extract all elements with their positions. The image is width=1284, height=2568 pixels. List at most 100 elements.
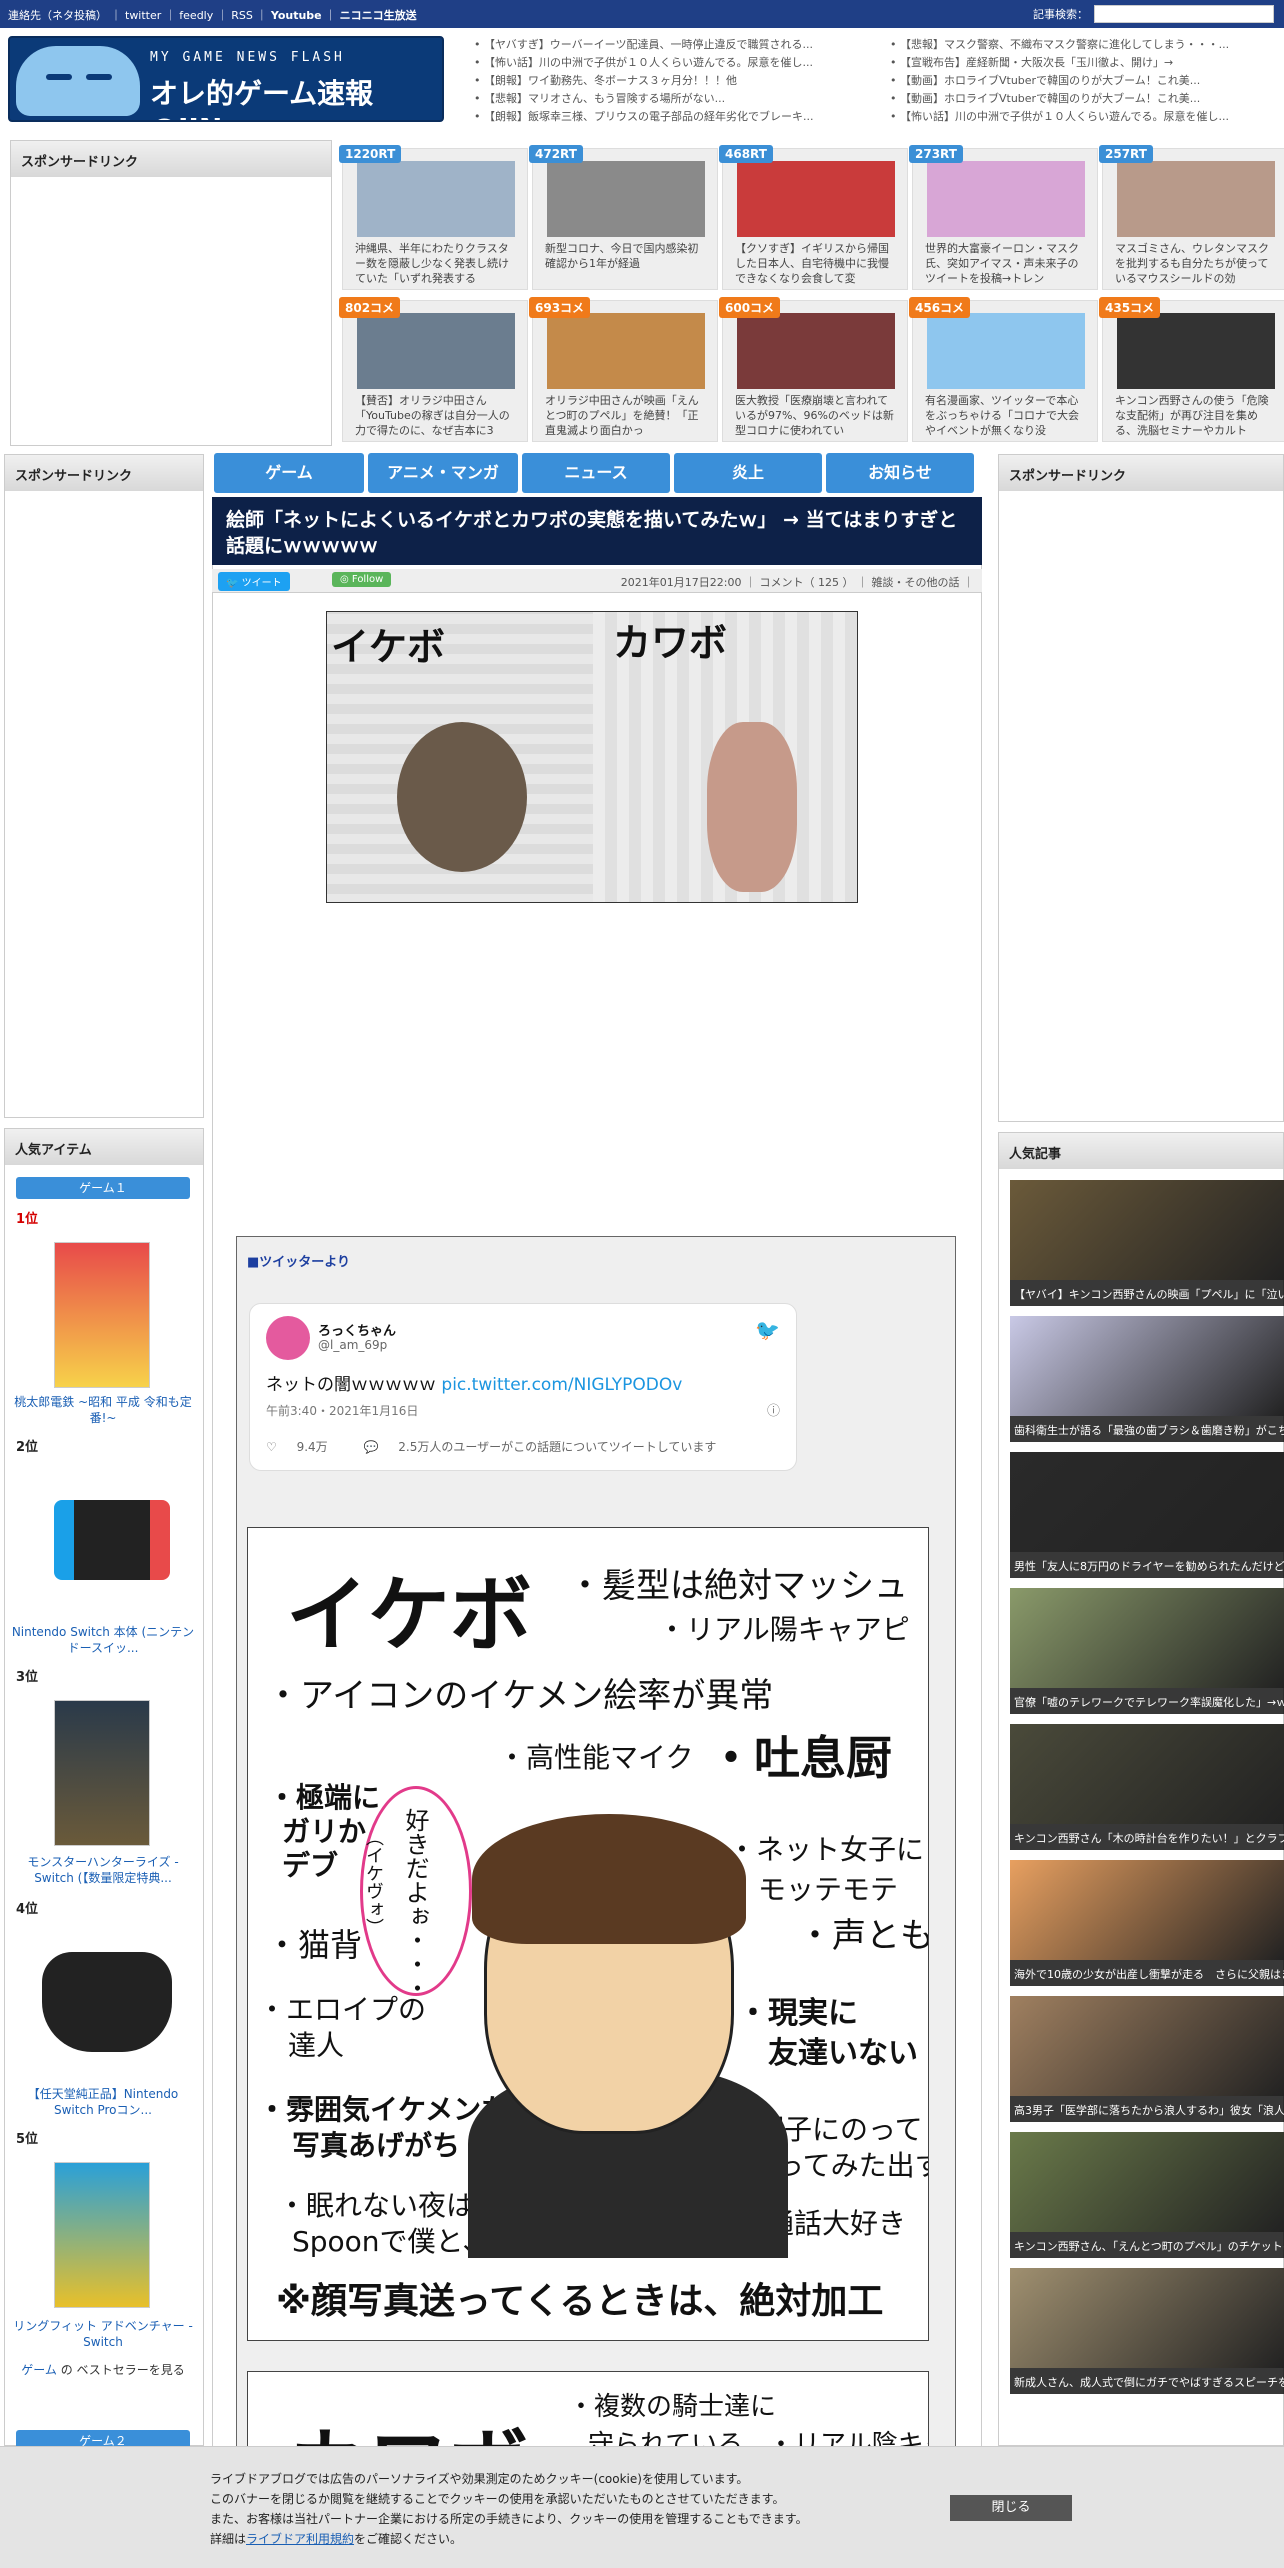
popular-article-caption[interactable]: 海外で10歳の少女が出産し衝撃が走る さらに父親はまさかの・・・ <box>1010 1960 1284 1986</box>
tweet-button[interactable]: 🐦 ツイート <box>218 572 290 591</box>
bestseller-category-link[interactable]: ゲーム <box>21 2363 57 2377</box>
popular-article-caption[interactable]: 高3男子「医学部に落ちたから浪人するわ」彼女「浪人するまで待ってる」→ 三浪を経… <box>1010 2096 1284 2122</box>
search-input[interactable] <box>1094 5 1274 23</box>
thumbnail-image[interactable] <box>547 161 705 237</box>
thumbnail-image[interactable] <box>1117 161 1275 237</box>
thumbnail-caption[interactable]: 【クソすぎ】イギリスから帰国した日本人、自宅待機中に我慢できなくなり会食して変 <box>735 241 899 287</box>
product-image[interactable] <box>54 1700 150 1846</box>
news-link[interactable]: 【怖い話】川の中洲で子供が１０人くらい遊んでる。尿意を催し... <box>474 54 864 72</box>
info-icon[interactable]: ⓘ <box>767 1400 780 1419</box>
popular-article-item[interactable]: 新成人さん、成人式で倒にガチでやばすぎるスピーチをしてしまい、市長ガチギレ・・・… <box>1010 2268 1284 2394</box>
thumbnail-caption[interactable]: オリラジ中田さんが映画「えんとつ町のプペル」を絶賛！「正直鬼滅より面白かっ <box>545 393 709 439</box>
thumbnail-card[interactable]: 802コメ 【賛否】オリラジ中田さん「YouTubeの稼ぎは自分一人の力で得たのに… <box>339 297 528 442</box>
product-link[interactable]: 【任天堂純正品】Nintendo Switch Proコン... <box>10 2086 196 2118</box>
thumbnail-card[interactable]: 1220RT 沖縄県、半年にわたりクラスター数を隠蔽し少なく発表し続けていた「いず… <box>339 145 528 290</box>
news-link[interactable]: 【動画】ホロライブVtuberで韓国のりが大ブーム！これ美... <box>890 90 1280 108</box>
product-image[interactable] <box>54 1470 170 1616</box>
thumbnail-image[interactable] <box>357 313 515 389</box>
contact-link[interactable]: 連絡先（ネタ投稿） <box>8 9 107 22</box>
popular-article-caption[interactable]: 【ヤバイ】キンコン西野さんの映画「プペル」に「泣いた」とツイートしている人達→他… <box>1010 1280 1284 1306</box>
popular-article-item[interactable]: 官僚「嘘のテレワークでテレワーク率誤魔化した」→ｗ」→河野太郎「ふむ」 <box>1010 1588 1284 1714</box>
popular-article-item[interactable]: 【ヤバイ】キンコン西野さんの映画「プペル」に「泣いた」とツイートしている人達→他… <box>1010 1180 1284 1306</box>
popular-article-item[interactable]: キンコン西野さん「木の時計台を作りたい！」とクラファンで980万円集める → 出… <box>1010 1724 1284 1850</box>
product-link[interactable]: Nintendo Switch 本体 (ニンテンドースイッ... <box>10 1624 196 1656</box>
thumbnail-caption[interactable]: 医大教授「医療崩壊と言われているが97%、96%のベッドは新型コロナに使われてい <box>735 393 899 439</box>
news-link[interactable]: 【朗報】ワイ勤務先、冬ボーナス３ヶ月分！！！他 <box>474 72 864 90</box>
thumbnail-card[interactable]: 472RT 新型コロナ、今日で国内感染初確認から1年が経過 <box>529 145 718 290</box>
thumbnail-card[interactable]: 456コメ 有名漫画家、ツイッターで本心をぶっちゃける「コロナで大会やイベントが無… <box>909 297 1098 442</box>
like-button[interactable]: ♡ 9.4万 <box>266 1440 344 1454</box>
news-link[interactable]: 【朗報】飯塚幸三様、プリウスの電子部品の経年劣化でブレーキ... <box>474 108 864 126</box>
embedded-tweet[interactable]: ろっくちゃん @l_am_69p 🐦 ネットの闇ｗｗｗｗｗ pic.twitte… <box>249 1303 797 1471</box>
niconico-link[interactable]: ニコニコ生放送 <box>340 9 417 22</box>
news-link[interactable]: 【ヤバすぎ】ウーバーイーツ配達員、一時停止違反で職質される... <box>474 36 864 54</box>
tweet-author-name[interactable]: ろっくちゃん <box>318 1320 396 1339</box>
product-image[interactable] <box>42 1932 172 2078</box>
thumbnail-card[interactable]: 693コメ オリラジ中田さんが映画「えんとつ町のプペル」を絶賛！「正直鬼滅より面白… <box>529 297 718 442</box>
nav-enjo[interactable]: 炎上 <box>674 453 822 493</box>
twitter-bird-icon[interactable]: 🐦 <box>755 1318 780 1342</box>
popular-article-item[interactable]: 男性「友人に8万円のドライヤーを勧められたんだけど公式HP覗いてみたらヤバすぎた… <box>1010 1452 1284 1578</box>
product-image[interactable] <box>54 1242 150 1388</box>
popular-article-caption[interactable]: 新成人さん、成人式で倒にガチでやばすぎるスピーチをしてしまい、市長ガチギレ・・・… <box>1010 2368 1284 2394</box>
terms-link[interactable]: ライブドア利用規約 <box>246 2532 354 2546</box>
product-link[interactable]: 桃太郎電鉄 ~昭和 平成 令和も定番!~ <box>10 1394 196 1426</box>
popular-article-caption[interactable]: 男性「友人に8万円のドライヤーを勧められたんだけど公式HP覗いてみたらヤバすぎた… <box>1010 1552 1284 1578</box>
thumbnail-image[interactable] <box>357 161 515 237</box>
thumbnail-caption[interactable]: 新型コロナ、今日で国内感染初確認から1年が経過 <box>545 241 709 287</box>
thumbnail-image[interactable] <box>547 313 705 389</box>
youtube-link[interactable]: Youtube <box>271 9 322 22</box>
product-link[interactable]: リングフィット アドベンチャー -Switch <box>10 2318 196 2350</box>
comments-link[interactable]: コメント（ 125 ） <box>760 576 854 589</box>
nav-news[interactable]: ニュース <box>522 453 670 493</box>
news-link[interactable]: 【宣戦布告】産経新聞・大阪次長「玉川徹よ、開け」→ <box>890 54 1280 72</box>
news-link[interactable]: 【悲報】マリオさん、もう冒険する場所がない... <box>474 90 864 108</box>
thumbnail-image[interactable] <box>927 161 1085 237</box>
thumbnail-card[interactable]: 468RT 【クソすぎ】イギリスから帰国した日本人、自宅待機中に我慢できなくなり会… <box>719 145 908 290</box>
popular-article-image[interactable] <box>1010 2268 1284 2368</box>
news-link[interactable]: 【悲報】マスク警察、不織布マスク警察に進化してしまう・・・... <box>890 36 1280 54</box>
avatar[interactable] <box>266 1316 310 1360</box>
nav-game[interactable]: ゲーム <box>214 453 364 493</box>
thumbnail-caption[interactable]: マスゴミさん、ウレタンマスクを批判するも自分たちが使っているマウスシールドの効 <box>1115 241 1279 287</box>
thumbnail-caption[interactable]: 【賛否】オリラジ中田さん「YouTubeの稼ぎは自分一人の力で得たのに、なぜ吉本… <box>355 393 519 439</box>
thumbnail-image[interactable] <box>737 313 895 389</box>
site-logo[interactable]: MY GAME NEWS FLASH オレ的ゲーム速報@JIN <box>8 36 444 122</box>
popular-article-image[interactable] <box>1010 1452 1284 1552</box>
twitter-link[interactable]: twitter <box>125 9 161 22</box>
product-image[interactable] <box>54 2162 150 2308</box>
popular-article-image[interactable] <box>1010 1724 1284 1824</box>
group-tab-game1[interactable]: ゲーム１ <box>16 1177 190 1199</box>
follow-button[interactable]: ◎ Follow <box>332 572 392 587</box>
popular-article-item[interactable]: 歯科衛生士が語る「最強の歯ブラシ＆歯磨き粉」がこちら！これさえ使えば間違いなし！… <box>1010 1316 1284 1442</box>
tweet-pic-link[interactable]: pic.twitter.com/NIGLYPODOv <box>441 1375 682 1395</box>
popular-article-image[interactable] <box>1010 1860 1284 1960</box>
thumbnail-caption[interactable]: 有名漫画家、ツイッターで本心をぶっちゃける「コロナで大会やイベントが無くなり没 <box>925 393 1089 439</box>
thumbnail-card[interactable]: 435コメ キンコン西野さんの使う「危険な支配術」が再び注目を集める、洗脳セミナー… <box>1099 297 1284 442</box>
popular-article-item[interactable]: キンコン西野さん、「えんとつ町のプペル」のチケットを「マルチ商法」のような売り方… <box>1010 2132 1284 2258</box>
category-link[interactable]: 雑談・その他の話 <box>872 576 960 589</box>
popular-article-caption[interactable]: キンコン西野さん、「えんとつ町のプペル」のチケットを「マルチ商法」のような売り方… <box>1010 2232 1284 2258</box>
popular-article-image[interactable] <box>1010 1316 1284 1416</box>
popular-article-image[interactable] <box>1010 1180 1284 1280</box>
thumbnail-image[interactable] <box>737 161 895 237</box>
popular-article-item[interactable]: 海外で10歳の少女が出産し衝撃が走る さらに父親はまさかの・・・ <box>1010 1860 1284 1986</box>
thumbnail-image[interactable] <box>1117 313 1275 389</box>
thumbnail-caption[interactable]: 沖縄県、半年にわたりクラスター数を隠蔽し少なく発表し続けていた「いずれ発表する <box>355 241 519 287</box>
thumbnail-card[interactable]: 257RT マスゴミさん、ウレタンマスクを批判するも自分たちが使っているマウスシー… <box>1099 145 1284 290</box>
news-link[interactable]: 【怖い話】川の中洲で子供が１０人くらい遊んでる。尿意を催し... <box>890 108 1280 126</box>
feedly-link[interactable]: feedly <box>179 9 213 22</box>
news-link[interactable]: 【動画】ホロライブVtuberで韓国のりが大ブーム！これ美... <box>890 72 1280 90</box>
tweet-author-handle[interactable]: @l_am_69p <box>318 1338 387 1352</box>
product-link[interactable]: モンスターハンターライズ -Switch (【数量限定特典... <box>10 1854 196 1886</box>
popular-article-item[interactable]: 高3男子「医学部に落ちたから浪人するわ」彼女「浪人するまで待ってる」→ 三浪を経… <box>1010 1996 1284 2122</box>
popular-article-image[interactable] <box>1010 2132 1284 2232</box>
thumbnail-card[interactable]: 600コメ 医大教授「医療崩壊と言われているが97%、96%のベッドは新型コロナに… <box>719 297 908 442</box>
thumbnail-card[interactable]: 273RT 世界的大富豪イーロン・マスク氏、突如アイマス・声未来子のツイートを投稿… <box>909 145 1098 290</box>
thumbnail-caption[interactable]: 世界的大富豪イーロン・マスク氏、突如アイマス・声未来子のツイートを投稿→トレン <box>925 241 1089 287</box>
popular-article-caption[interactable]: キンコン西野さん「木の時計台を作りたい！」とクラファンで980万円集める → 出… <box>1010 1824 1284 1850</box>
popular-article-image[interactable] <box>1010 1996 1284 2096</box>
popular-article-image[interactable] <box>1010 1588 1284 1688</box>
cookie-close-button[interactable]: 閉じる <box>950 2495 1072 2521</box>
nav-anime-manga[interactable]: アニメ・マンガ <box>368 453 518 493</box>
